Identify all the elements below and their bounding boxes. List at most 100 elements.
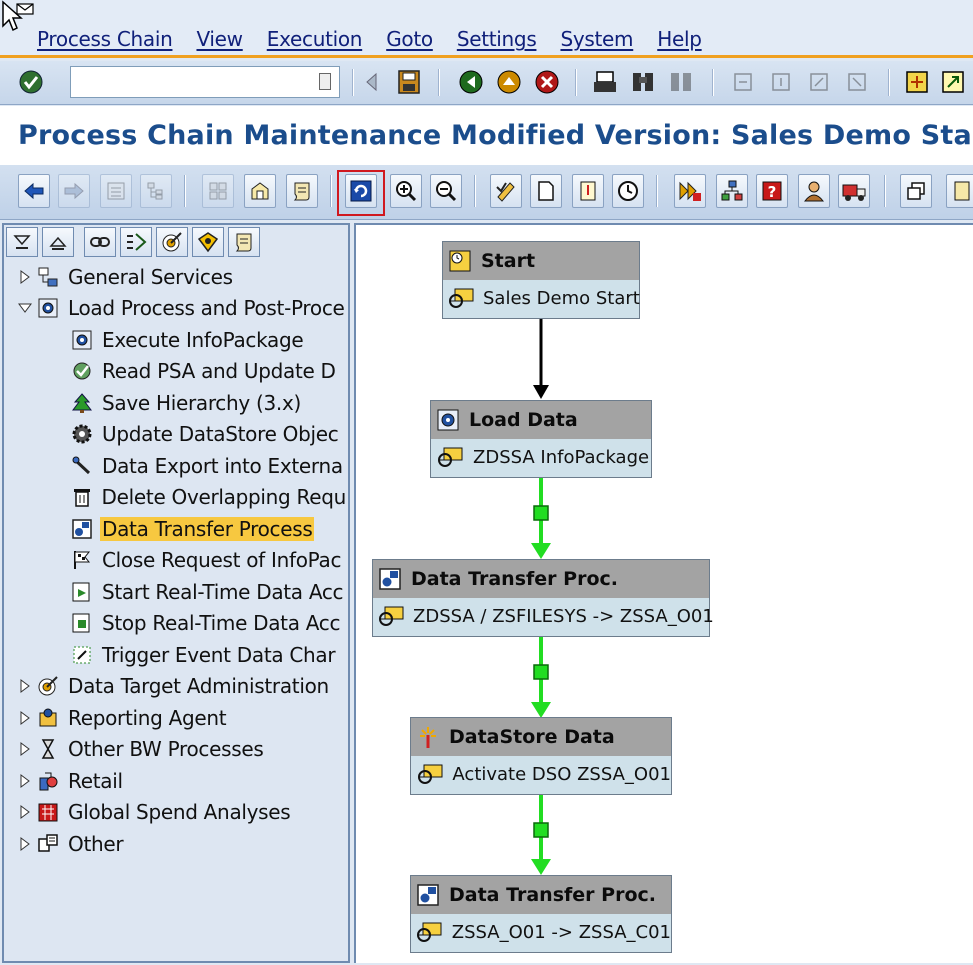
exit-icon[interactable] — [496, 69, 522, 95]
grid-icon — [209, 182, 227, 200]
script-button[interactable] — [286, 174, 318, 208]
forward-arrow-button[interactable] — [58, 174, 90, 208]
link-dtp1-to-datastore[interactable] — [531, 635, 551, 718]
link-start-to-load[interactable] — [533, 318, 549, 399]
question-icon: ? — [762, 181, 782, 201]
hierarchy-icon — [251, 182, 269, 200]
schedule-button[interactable] — [612, 174, 644, 208]
infocube-button[interactable] — [192, 227, 224, 257]
expand-triangle-icon[interactable] — [14, 269, 36, 284]
menu-help[interactable]: Help — [657, 27, 702, 51]
expand-all-button[interactable] — [6, 227, 38, 257]
tree-node-data-export[interactable]: Data Export into Externa — [4, 450, 348, 482]
tree-node-save-hierarchy[interactable]: Save Hierarchy (3.x) — [4, 387, 348, 419]
tree-node-update-datastore[interactable]: Update DataStore Objec — [4, 419, 348, 451]
tree-node-close-request[interactable]: Close Request of InfoPac — [4, 545, 348, 577]
tree-button[interactable] — [140, 174, 172, 208]
tree-node-trigger-event[interactable]: Trigger Event Data Char — [4, 639, 348, 671]
list-button[interactable] — [100, 174, 132, 208]
tree-node-global-spend[interactable]: Global Spend Analyses — [4, 797, 348, 829]
user-button[interactable] — [798, 174, 830, 208]
target-button[interactable] — [156, 227, 188, 257]
more-button[interactable] — [946, 174, 973, 208]
tree-node-other-bw[interactable]: Other BW Processes — [4, 734, 348, 766]
link-datastore-to-dtp2[interactable] — [531, 793, 551, 875]
transport-button[interactable] — [838, 174, 870, 208]
start-clock-icon — [447, 248, 473, 274]
previous-page-icon[interactable] — [768, 69, 794, 95]
tree-node-data-target-admin[interactable]: Data Target Administration — [4, 671, 348, 703]
tree-node-label: Start Real-Time Data Acc — [102, 579, 344, 604]
zoom-in-button[interactable] — [390, 174, 422, 208]
expand-triangle-icon[interactable] — [14, 836, 36, 851]
tree-node-general-services[interactable]: General Services — [4, 261, 348, 293]
network-button[interactable] — [716, 174, 748, 208]
process-type-tree: General Services Load Process and Post-P… — [4, 261, 348, 860]
tree-node-reporting-agent[interactable]: Reporting Agent — [4, 702, 348, 734]
collapse-arrow-icon[interactable] — [362, 69, 380, 95]
menu-execution[interactable]: Execution — [267, 27, 363, 51]
menu-system[interactable]: System — [560, 27, 633, 51]
tree-node-data-transfer-process[interactable]: Data Transfer Process — [4, 513, 348, 545]
process-start[interactable]: Start Sales Demo Start — [442, 241, 640, 319]
process-load-data[interactable]: Load Data ZDSSA InfoPackage — [430, 400, 652, 478]
link-load-to-dtp1[interactable] — [531, 477, 551, 559]
tree-node-label: Read PSA and Update D — [102, 359, 336, 384]
expand-triangle-icon[interactable] — [14, 805, 36, 820]
menu-goto[interactable]: Goto — [386, 27, 433, 51]
process-list-icon — [127, 233, 147, 251]
grid-button[interactable] — [202, 174, 234, 208]
menu-settings[interactable]: Settings — [457, 27, 537, 51]
tree-node-load-process[interactable]: Load Process and Post-Proce — [4, 293, 348, 325]
link-button[interactable] — [84, 227, 116, 257]
expand-triangle-icon[interactable] — [14, 742, 36, 757]
hierarchy-button[interactable] — [244, 174, 276, 208]
tree-node-other[interactable]: Other — [4, 828, 348, 860]
new-document-button[interactable] — [530, 174, 562, 208]
menu-view[interactable]: View — [196, 27, 243, 51]
info-button[interactable] — [572, 174, 604, 208]
collapse-all-button[interactable] — [42, 227, 74, 257]
find-icon[interactable] — [630, 69, 656, 95]
command-history-icon[interactable] — [319, 73, 331, 90]
tree-node-start-realtime[interactable]: Start Real-Time Data Acc — [4, 576, 348, 608]
activate-button[interactable] — [674, 174, 706, 208]
process-dtp-1[interactable]: Data Transfer Proc. ZDSSA / ZSFILESYS ->… — [372, 559, 714, 637]
enter-check-icon[interactable] — [18, 69, 44, 95]
process-chain-canvas[interactable]: Start Sales Demo Start Load Data ZDSSA I… — [354, 223, 973, 963]
windows-button[interactable] — [900, 174, 932, 208]
zoom-out-button[interactable] — [430, 174, 462, 208]
process-dtp-2[interactable]: Data Transfer Proc. ZSSA_O01 -> ZSSA_C01 — [410, 875, 672, 953]
expand-triangle-icon[interactable] — [14, 710, 36, 725]
expand-triangle-icon[interactable] — [14, 773, 36, 788]
find-next-icon[interactable] — [668, 69, 694, 95]
check-button[interactable] — [490, 174, 522, 208]
tree-node-execute-infopackage[interactable]: Execute InfoPackage — [4, 324, 348, 356]
shortcut-icon[interactable] — [940, 69, 966, 95]
expand-triangle-icon[interactable] — [14, 679, 36, 694]
tree-node-stop-realtime[interactable]: Stop Real-Time Data Acc — [4, 608, 348, 640]
next-page-icon[interactable] — [806, 69, 832, 95]
back-arrow-button[interactable] — [18, 174, 50, 208]
print-icon[interactable] — [592, 69, 618, 95]
back-icon[interactable] — [458, 69, 484, 95]
collapse-triangle-icon[interactable] — [14, 302, 36, 314]
tree-node-retail[interactable]: Retail — [4, 765, 348, 797]
last-page-icon[interactable] — [844, 69, 870, 95]
new-session-icon[interactable] — [904, 69, 930, 95]
cancel-icon[interactable] — [534, 69, 560, 95]
tree-node-label: General Services — [68, 264, 233, 289]
datastore-icon — [415, 724, 441, 750]
menu-process-chain[interactable]: Process Chain — [37, 27, 173, 51]
process-list-button[interactable] — [120, 227, 152, 257]
process-datastore[interactable]: DataStore Data Activate DSO ZSSA_O01 — [410, 717, 672, 795]
tree-node-delete-overlapping[interactable]: Delete Overlapping Requ — [4, 482, 348, 514]
help-button[interactable]: ? — [756, 174, 788, 208]
command-field[interactable] — [70, 66, 340, 98]
save-icon[interactable] — [396, 69, 422, 95]
dtp-icon — [70, 517, 94, 541]
tree-structure-icon — [147, 182, 163, 200]
script-tree-button[interactable] — [228, 227, 260, 257]
first-page-icon[interactable] — [730, 69, 756, 95]
tree-node-read-psa[interactable]: Read PSA and Update D — [4, 356, 348, 388]
